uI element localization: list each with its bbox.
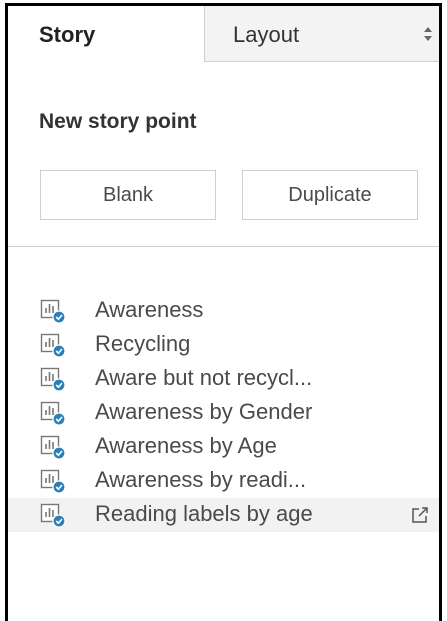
story-point-item[interactable]: Awareness by Age — [8, 430, 439, 464]
new-story-point-title: New story point — [39, 110, 197, 133]
sheet-icon — [40, 367, 66, 392]
story-point-label: Awareness by Age — [95, 433, 277, 458]
story-point-item[interactable]: Awareness by Gender — [8, 396, 439, 430]
open-external-icon[interactable] — [411, 506, 429, 524]
tab-layout[interactable]: Layout — [204, 6, 439, 62]
sheet-icon — [40, 333, 66, 358]
story-panel: Story Layout New story point Blank Dupli… — [5, 3, 442, 621]
story-point-label: Awareness — [95, 297, 204, 322]
story-point-label: Recycling — [95, 331, 191, 356]
tab-bar: Story Layout — [8, 6, 439, 63]
story-point-label: Aware but not recycl... — [95, 365, 313, 390]
story-point-label: Reading labels by age — [95, 501, 313, 526]
story-point-list: Awareness Recycling Aware but not recycl… — [8, 294, 439, 532]
story-point-item[interactable]: Aware but not recycl... — [8, 362, 439, 396]
sheet-icon — [40, 435, 66, 460]
tab-story[interactable]: Story — [8, 6, 204, 63]
story-point-item[interactable]: Awareness by readi... — [8, 464, 439, 498]
sheet-icon — [40, 299, 66, 324]
tab-layout-label: Layout — [233, 22, 300, 47]
blank-button[interactable]: Blank — [40, 170, 216, 220]
sheet-icon — [40, 469, 66, 494]
sort-icon[interactable] — [423, 26, 433, 42]
sheet-icon — [40, 503, 66, 528]
duplicate-button[interactable]: Duplicate — [242, 170, 418, 220]
story-point-item-hovered[interactable]: Reading labels by age — [8, 498, 439, 532]
story-point-item[interactable]: Recycling — [8, 328, 439, 362]
divider — [8, 246, 439, 247]
sheet-icon — [40, 401, 66, 426]
tab-story-label: Story — [39, 22, 96, 47]
story-point-label: Awareness by Gender — [95, 399, 313, 424]
story-point-label: Awareness by readi... — [95, 467, 307, 492]
story-point-item[interactable]: Awareness — [8, 294, 439, 328]
